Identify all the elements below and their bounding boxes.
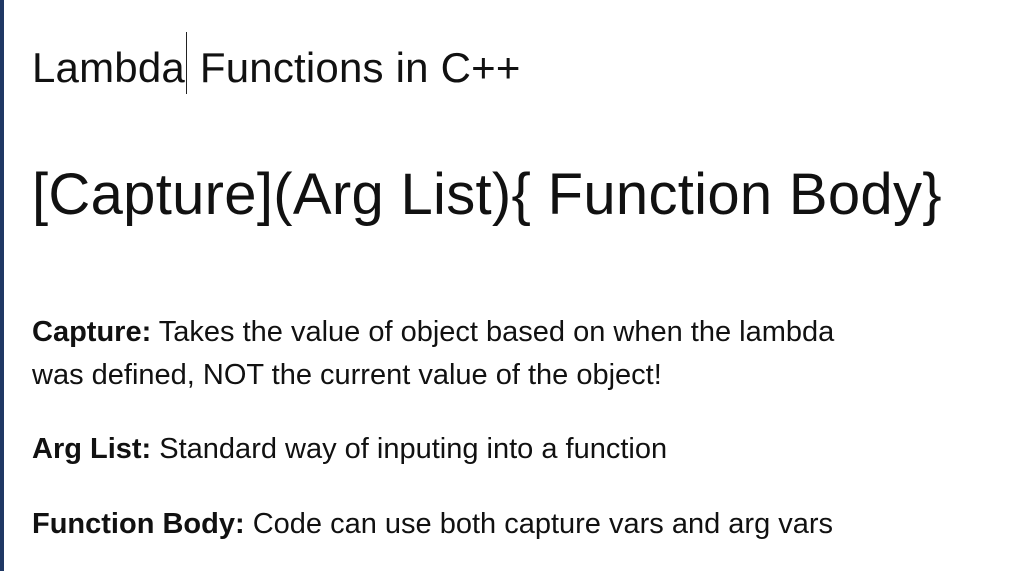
term-capture: Capture: [32, 316, 152, 348]
definition-capture[interactable]: Capture: Takes the value of object based… [32, 311, 892, 397]
slide: Lambda Functions in C++ [Capture](Arg Li… [0, 0, 1026, 571]
definitions-list: Capture: Takes the value of object based… [32, 311, 992, 546]
term-function-body: Function Body: [32, 508, 245, 540]
definition-arg-list[interactable]: Arg List: Standard way of inputing into … [32, 428, 992, 471]
title-part-1: Lambda [32, 44, 185, 91]
text-cursor [185, 32, 187, 94]
desc-arg-list: Standard way of inputing into a function [151, 433, 668, 465]
term-arg-list: Arg List: [32, 433, 152, 465]
desc-capture: Takes the value of object based on when … [32, 316, 835, 391]
slide-title[interactable]: Lambda Functions in C++ [32, 32, 521, 94]
desc-function-body: Code can use both capture vars and arg v… [244, 508, 834, 540]
definition-function-body[interactable]: Function Body: Code can use both capture… [32, 503, 992, 546]
title-part-2: Functions in C++ [187, 44, 521, 91]
lambda-syntax[interactable]: [Capture](Arg List){ Function Body} [32, 160, 942, 230]
